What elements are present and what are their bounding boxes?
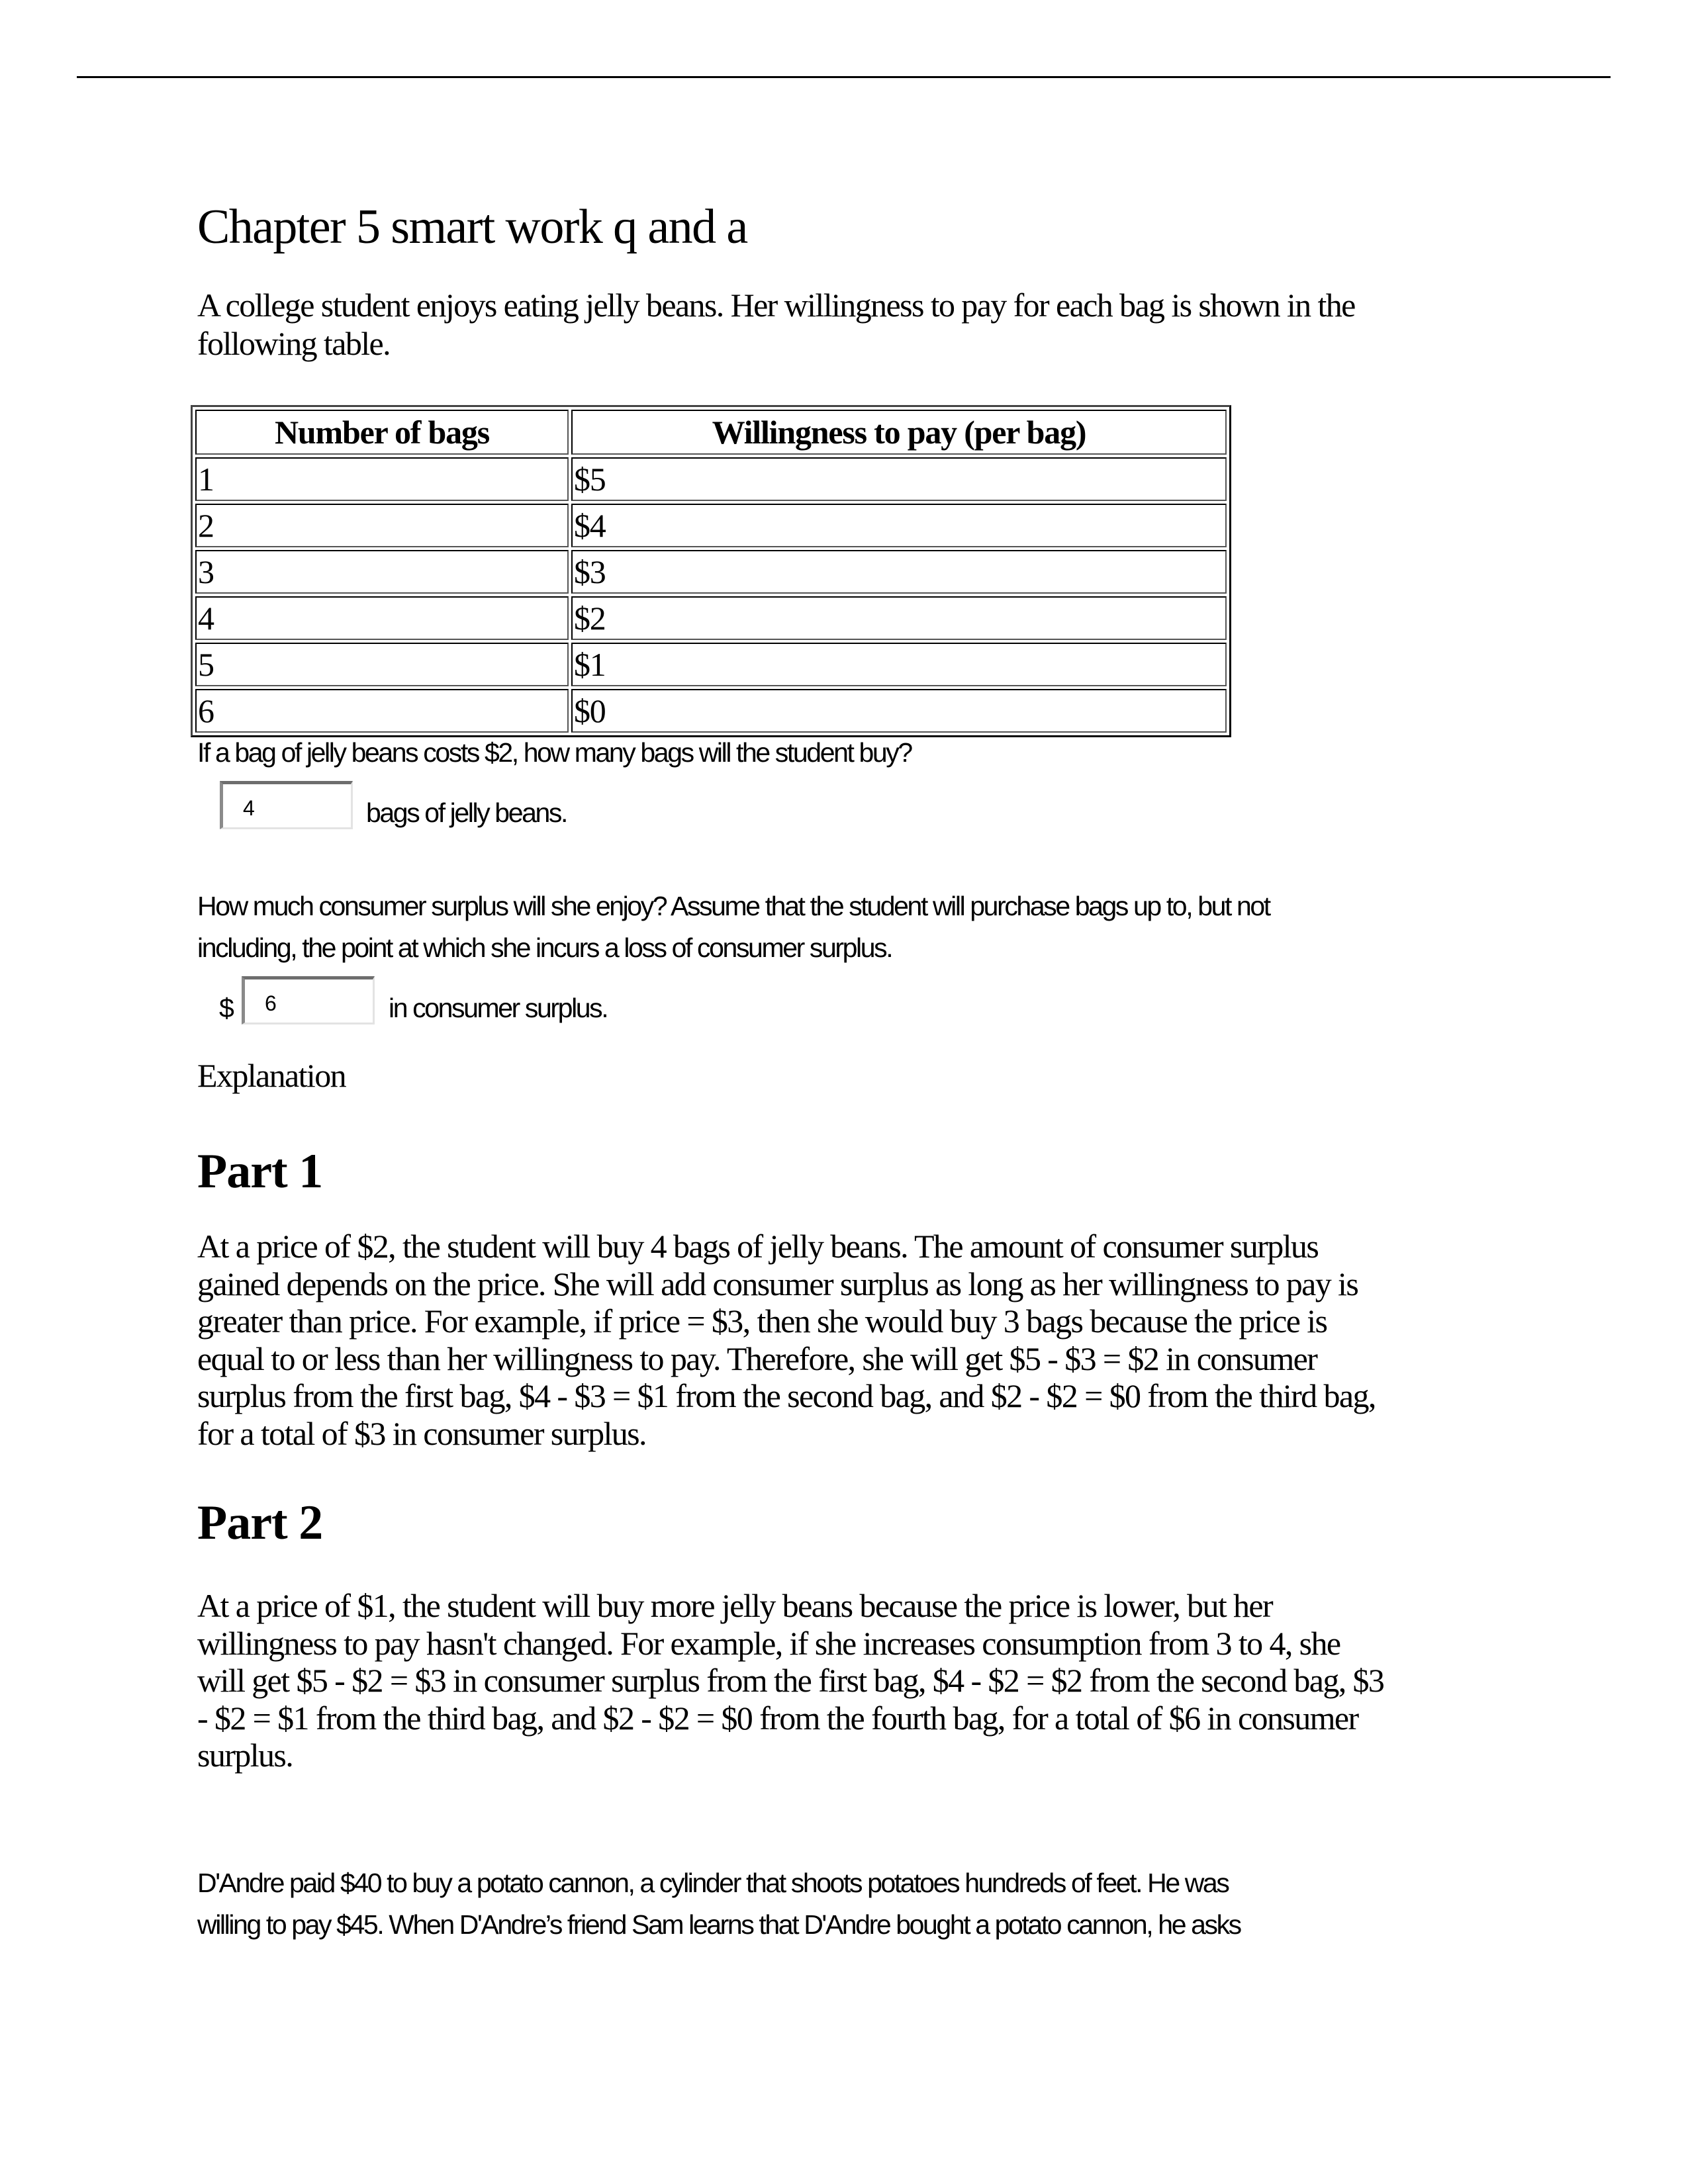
header-number-of-bags: Number of bags <box>195 410 569 455</box>
part-2-paragraph: At a price of $1, the student will buy m… <box>197 1587 1385 1774</box>
intro-paragraph: A college student enjoys eating jelly be… <box>197 286 1356 363</box>
part-2-line: - $2 = $1 from the third bag, and $2 - $… <box>197 1699 1359 1737</box>
next-question-line: willing to pay $45. When D'Andre’s frien… <box>197 1909 1242 1940</box>
part-1-heading: Part 1 <box>197 1144 323 1199</box>
consumer-surplus-answer-input[interactable] <box>242 976 375 1024</box>
part-2-line: At a price of $1, the student will buy m… <box>197 1587 1274 1624</box>
bags-answer-input[interactable] <box>220 781 353 829</box>
dollar-prefix: $ <box>219 993 234 1023</box>
part-1-line: equal to or less than her willingness to… <box>197 1340 1318 1377</box>
next-question-line: D'Andre paid $40 to buy a potato cannon,… <box>197 1868 1230 1898</box>
part-2-line: will get $5 - $2 = $3 in consumer surplu… <box>197 1662 1385 1700</box>
intro-line: following table. <box>197 325 391 362</box>
willingness-to-pay-table: Number of bags Willingness to pay (per b… <box>191 405 1231 737</box>
bags-answer-suffix: bags of jelly beans. <box>366 797 568 828</box>
question-2-line: including, the point at which she incurs… <box>197 933 894 963</box>
part-2-line: willingness to pay hasn't changed. For e… <box>197 1624 1341 1662</box>
cell-bags: 3 <box>195 550 569 594</box>
cell-bags: 4 <box>195 596 569 640</box>
cell-wtp: $5 <box>571 457 1227 501</box>
header-rule <box>77 76 1611 78</box>
question-2-text: How much consumer surplus will she enjoy… <box>197 886 1271 969</box>
question-1-text: If a bag of jelly beans costs $2, how ma… <box>197 737 913 768</box>
cell-bags: 5 <box>195 643 569 686</box>
cell-wtp: $1 <box>571 643 1227 686</box>
part-2-line: surplus. <box>197 1737 294 1774</box>
part-1-line: gained depends on the price. She will ad… <box>197 1265 1359 1302</box>
part-1-line: At a price of $2, the student will buy 4… <box>197 1228 1319 1265</box>
consumer-surplus-suffix: in consumer surplus. <box>389 993 609 1023</box>
table-row: 2 $4 <box>195 504 1227 547</box>
cell-wtp: $4 <box>571 504 1227 547</box>
page-title: Chapter 5 smart work q and a <box>197 200 748 254</box>
table-row: 1 $5 <box>195 457 1227 501</box>
intro-line: A college student enjoys eating jelly be… <box>197 287 1356 324</box>
table-row: 6 $0 <box>195 689 1227 733</box>
explanation-label: Explanation <box>197 1057 347 1094</box>
table-row: 3 $3 <box>195 550 1227 594</box>
cell-bags: 2 <box>195 504 569 547</box>
header-willingness-to-pay: Willingness to pay (per bag) <box>571 410 1227 455</box>
cell-wtp: $2 <box>571 596 1227 640</box>
cell-wtp: $0 <box>571 689 1227 733</box>
cell-bags: 1 <box>195 457 569 501</box>
part-1-line: greater than price. For example, if pric… <box>197 1302 1328 1340</box>
table-header-row: Number of bags Willingness to pay (per b… <box>195 410 1227 455</box>
cell-wtp: $3 <box>571 550 1227 594</box>
next-question-text: D'Andre paid $40 to buy a potato cannon,… <box>197 1862 1242 1946</box>
cell-bags: 6 <box>195 689 569 733</box>
part-1-paragraph: At a price of $2, the student will buy 4… <box>197 1228 1376 1453</box>
table-row: 5 $1 <box>195 643 1227 686</box>
part-1-line: surplus from the first bag, $4 - $3 = $1… <box>197 1377 1376 1415</box>
part-1-line: for a total of $3 in consumer surplus. <box>197 1414 647 1452</box>
part-2-heading: Part 2 <box>197 1496 323 1550</box>
table-row: 4 $2 <box>195 596 1227 640</box>
question-2-line: How much consumer surplus will she enjoy… <box>197 891 1271 921</box>
